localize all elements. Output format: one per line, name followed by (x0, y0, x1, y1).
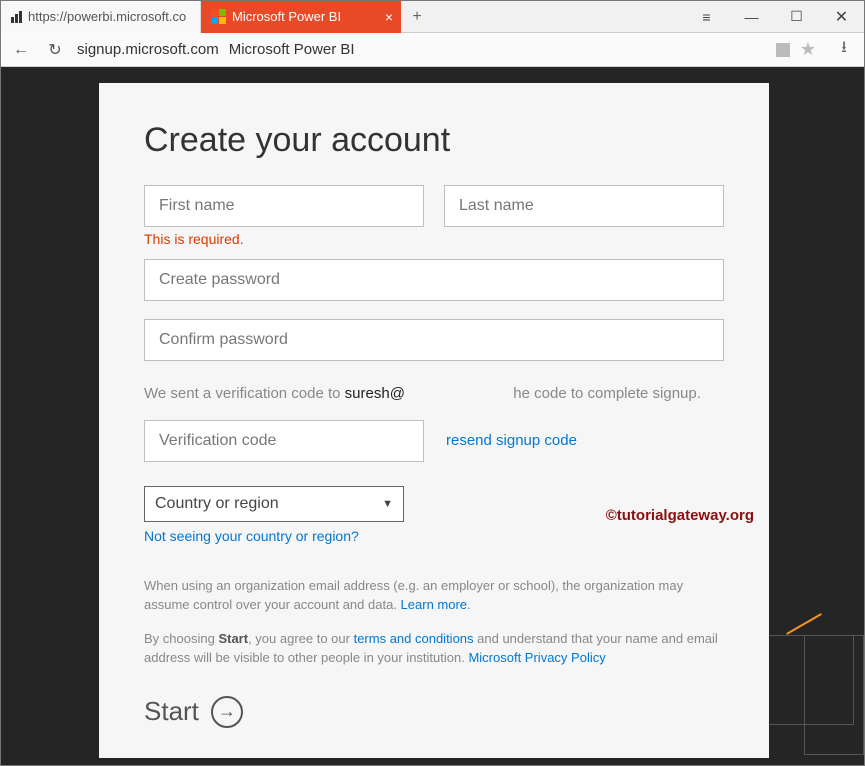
resend-code-link[interactable]: resend signup code (446, 432, 577, 449)
new-tab-button[interactable]: + (401, 8, 433, 26)
url-title: Microsoft Power BI (229, 41, 355, 58)
browser-tabstrip: https://powerbi.microsoft.co Microsoft P… (1, 1, 864, 33)
country-help-link[interactable]: Not seeing your country or region? (144, 528, 359, 544)
favicon-bars-icon (11, 11, 22, 23)
url-host: signup.microsoft.com (77, 41, 219, 58)
last-name-input[interactable]: Last name (444, 185, 724, 227)
verify-prefix: We sent a verification code to (144, 385, 345, 402)
privacy-policy-link[interactable]: Microsoft Privacy Policy (468, 650, 605, 665)
browser-tab-active[interactable]: Microsoft Power BI × (201, 1, 401, 33)
back-button[interactable]: ← (9, 41, 33, 59)
favorite-star-icon[interactable]: ★ (800, 39, 816, 60)
create-password-input[interactable]: Create password (144, 259, 724, 301)
first-name-error: This is required. (144, 231, 724, 247)
tab-label: Microsoft Power BI (232, 9, 341, 24)
confirm-password-input[interactable]: Confirm password (144, 319, 724, 361)
country-region-select[interactable]: Country or region ▼ (144, 486, 404, 522)
refresh-button[interactable]: ↻ (43, 40, 67, 60)
learn-more-link[interactable]: Learn more (401, 597, 467, 612)
close-tab-icon[interactable]: × (385, 9, 393, 25)
lock-icon (776, 43, 790, 57)
legal-text-1: When using an organization email address… (144, 576, 724, 615)
microsoft-logo-icon (211, 9, 226, 24)
address-bar[interactable]: signup.microsoft.com Microsoft Power BI (77, 41, 766, 58)
start-button[interactable]: Start → (144, 696, 724, 728)
legal-text-2: By choosing Start, you agree to our term… (144, 629, 724, 668)
browser-tab-inactive[interactable]: https://powerbi.microsoft.co (1, 1, 201, 33)
start-label: Start (144, 696, 199, 727)
verify-suffix: he code to complete signup. (513, 385, 701, 402)
close-window-button[interactable]: ✕ (819, 1, 864, 33)
country-placeholder: Country or region (155, 495, 279, 513)
verification-sent-text: We sent a verification code to suresh@ h… (144, 383, 724, 406)
tab-label: https://powerbi.microsoft.co (28, 9, 186, 24)
first-name-input[interactable]: First name (144, 185, 424, 227)
verify-email: suresh@ (345, 385, 405, 402)
downloads-button[interactable]: ⭳ (832, 36, 856, 63)
browser-toolbar: ← ↻ signup.microsoft.com Microsoft Power… (1, 33, 864, 67)
terms-link[interactable]: terms and conditions (354, 631, 474, 646)
watermark-text: ©tutorialgateway.org (606, 507, 754, 524)
arrow-right-circle-icon: → (211, 696, 243, 728)
signup-card: Create your account First name Last name… (99, 83, 769, 758)
chevron-down-icon: ▼ (382, 498, 393, 510)
verification-code-input[interactable]: Verification code (144, 420, 424, 462)
maximize-button[interactable]: ☐ (774, 1, 819, 33)
minimize-button[interactable]: — (729, 1, 774, 33)
page-viewport: Create your account First name Last name… (1, 67, 864, 765)
menu-button[interactable]: ≡ (684, 1, 729, 33)
page-title: Create your account (144, 121, 724, 160)
